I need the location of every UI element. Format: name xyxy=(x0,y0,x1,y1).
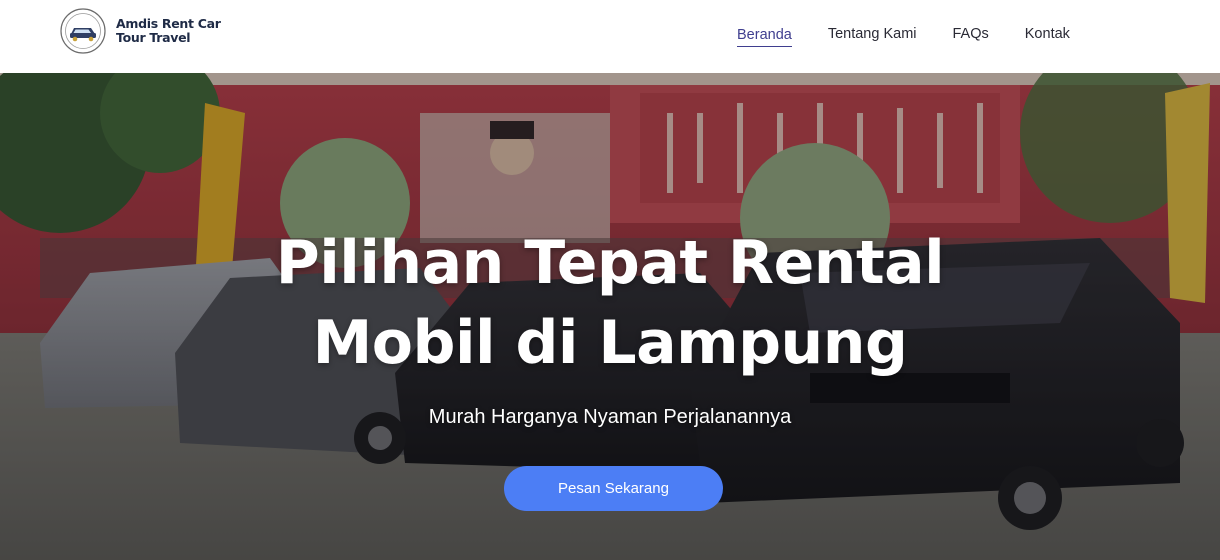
brand-logo[interactable]: Amdis Rent Car Tour Travel xyxy=(60,8,221,54)
brand-name: Amdis Rent Car Tour Travel xyxy=(116,17,221,45)
car-emblem-icon xyxy=(60,8,106,54)
nav-item-kontak[interactable]: Kontak xyxy=(1025,26,1070,47)
hero-section: Pilihan Tepat Rental Mobil di Lampung Mu… xyxy=(0,73,1220,560)
order-now-button[interactable]: Pesan Sekarang xyxy=(504,466,723,511)
hero-title-line2: Mobil di Lampung xyxy=(312,308,908,378)
top-navbar: Amdis Rent Car Tour Travel Beranda Tenta… xyxy=(0,0,1220,73)
brand-name-line1: Amdis Rent Car xyxy=(116,16,221,31)
hero-subtitle: Murah Harganya Nyaman Perjalanannya xyxy=(428,406,792,428)
brand-name-line2: Tour Travel xyxy=(116,30,191,45)
nav-item-faqs[interactable]: FAQs xyxy=(953,26,989,47)
nav-item-tentang-kami[interactable]: Tentang Kami xyxy=(828,26,917,47)
nav-item-beranda[interactable]: Beranda xyxy=(737,27,792,47)
hero-title: Pilihan Tepat Rental Mobil di Lampung xyxy=(0,223,1220,383)
main-nav: Beranda Tentang Kami FAQs Kontak xyxy=(737,0,1106,73)
hero-title-line1: Pilihan Tepat Rental xyxy=(275,228,945,298)
